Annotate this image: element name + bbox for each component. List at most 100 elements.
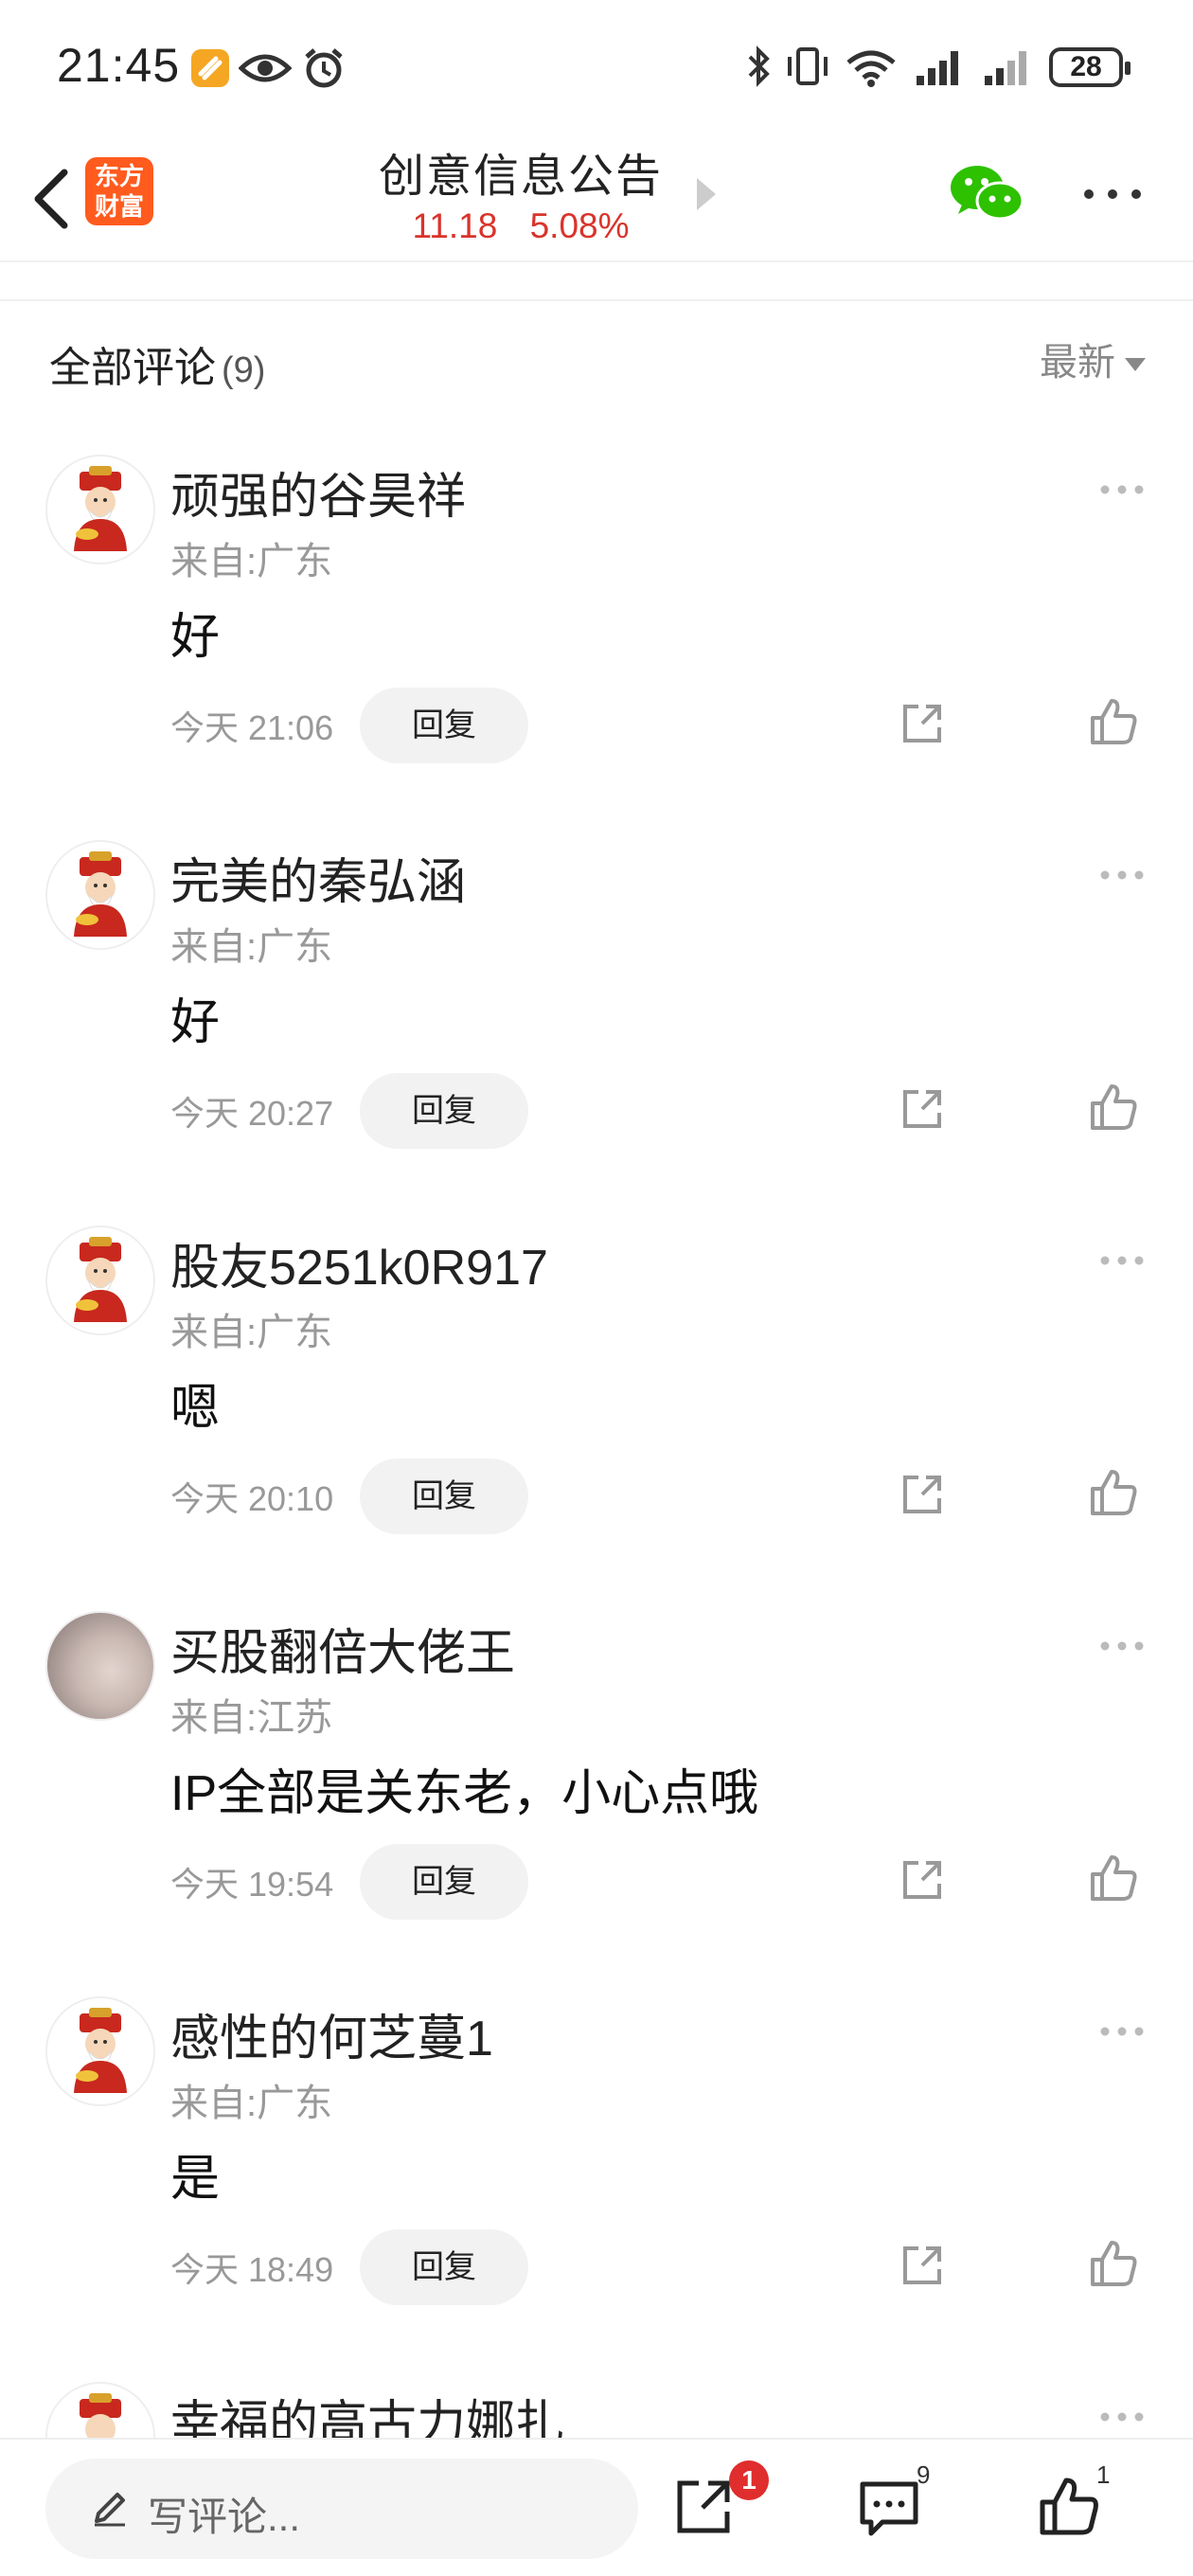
god-of-wealth-avatar-icon xyxy=(47,1998,153,2104)
comment-time: 今天 19:54 xyxy=(170,1865,334,1904)
signal-icon xyxy=(917,51,958,85)
user-location: 来自:江苏 xyxy=(170,1697,333,1739)
avatar[interactable] xyxy=(45,1225,155,1335)
share-icon[interactable] xyxy=(899,701,945,746)
comment-item: 顽强的谷昊祥 来自:广东 好 今天 21:06 回复 xyxy=(0,455,1193,840)
stock-price: 11.18 xyxy=(412,206,498,245)
user-location: 来自:广东 xyxy=(170,541,333,582)
reply-button[interactable]: 回复 xyxy=(360,1844,528,1920)
page-title: 创意信息公告 xyxy=(378,152,663,202)
avatar[interactable] xyxy=(45,840,155,950)
write-comment-input[interactable]: 写评论... xyxy=(45,2459,638,2559)
god-of-wealth-avatar-icon xyxy=(47,456,153,563)
reply-button[interactable]: 回复 xyxy=(360,2229,528,2305)
sort-label: 最新 xyxy=(1040,342,1115,384)
avatar[interactable] xyxy=(45,1611,155,1721)
share-icon[interactable] xyxy=(899,1472,945,1517)
like-count-badge: 1 xyxy=(1096,2460,1111,2489)
username[interactable]: 幸福的高古力娜扎 xyxy=(170,2384,564,2438)
share-badge: 1 xyxy=(729,2460,769,2500)
username[interactable]: 顽强的谷昊祥 xyxy=(170,456,466,528)
eye-icon xyxy=(239,54,292,82)
reply-button[interactable]: 回复 xyxy=(360,688,528,763)
username[interactable]: 完美的秦弘涵 xyxy=(170,842,466,913)
comment-more-icon[interactable] xyxy=(1098,2410,1146,2424)
username[interactable]: 股友5251k0R917 xyxy=(170,1227,548,1298)
share-icon[interactable] xyxy=(674,2478,733,2536)
more-icon[interactable] xyxy=(1079,180,1146,208)
avatar[interactable] xyxy=(45,455,155,564)
divider xyxy=(0,260,1193,262)
bottom-bar: 写评论... 1 9 1 xyxy=(0,2438,1193,2576)
comment-more-icon[interactable] xyxy=(1098,1639,1146,1653)
comment-text: 嗯 xyxy=(170,1381,221,1436)
avatar[interactable] xyxy=(45,2382,155,2438)
comment-icon[interactable] xyxy=(858,2479,920,2538)
user-location: 来自:广东 xyxy=(170,926,333,968)
status-time: 21:45 xyxy=(57,39,181,92)
sort-dropdown[interactable]: 最新 xyxy=(1040,331,1146,386)
comment-more-icon[interactable] xyxy=(1098,868,1146,882)
pen-icon xyxy=(95,2493,125,2527)
app-logo: 东方 财富 xyxy=(85,157,153,225)
signal-icon xyxy=(985,51,1026,85)
comment-item: 幸福的高古力娜扎 xyxy=(0,2382,1193,2438)
user-location: 来自:广东 xyxy=(170,2083,333,2124)
comments-header: 全部评论 (9) 最新 xyxy=(0,322,1193,398)
comment-text: 好 xyxy=(170,610,221,665)
logo-line-2: 财富 xyxy=(94,192,144,221)
like-icon[interactable] xyxy=(1038,2476,1100,2538)
comment-more-icon[interactable] xyxy=(1098,1254,1146,1267)
title-block[interactable]: 创意信息公告 11.18 5.08% xyxy=(360,138,682,246)
like-icon[interactable] xyxy=(1089,1082,1138,1132)
god-of-wealth-avatar-icon xyxy=(47,842,153,948)
bluetooth-icon xyxy=(748,45,770,87)
comment-item: 买股翻倍大佬王 来自:江苏 IP全部是关东老，小心点哦 今天 19:54 回复 xyxy=(0,1611,1193,1996)
stock-change: 5.08% xyxy=(529,206,630,245)
god-of-wealth-avatar-icon xyxy=(47,2384,153,2438)
battery-indicator: 28 xyxy=(1049,47,1131,87)
comment-text: 是 xyxy=(170,2152,221,2207)
comment-more-icon[interactable] xyxy=(1098,483,1146,496)
reply-button[interactable]: 回复 xyxy=(360,1073,528,1149)
comment-count: (9) xyxy=(222,350,266,390)
header: 东方 财富 创意信息公告 11.18 5.08% xyxy=(0,133,1193,260)
app-badge-icon xyxy=(191,49,229,87)
comment-time: 今天 18:49 xyxy=(170,2250,334,2289)
status-bar: 21:45 28 xyxy=(0,0,1193,133)
logo-line-1: 东方 xyxy=(94,162,144,190)
share-icon[interactable] xyxy=(899,1857,945,1903)
expand-arrow-icon[interactable] xyxy=(697,178,716,210)
share-icon[interactable] xyxy=(899,1086,945,1132)
alarm-icon xyxy=(305,48,343,88)
reply-button[interactable]: 回复 xyxy=(360,1458,528,1534)
like-icon[interactable] xyxy=(1089,697,1138,746)
comment-item: 完美的秦弘涵 来自:广东 好 今天 20:27 回复 xyxy=(0,840,1193,1225)
all-comments-title: 全部评论 (9) xyxy=(49,333,265,394)
comment-time: 今天 20:27 xyxy=(170,1094,334,1133)
like-icon[interactable] xyxy=(1089,1468,1138,1517)
wifi-icon xyxy=(846,50,896,87)
back-icon[interactable] xyxy=(21,161,87,237)
comment-item: 股友5251k0R917 来自:广东 嗯 今天 20:10 回复 xyxy=(0,1225,1193,1611)
avatar[interactable] xyxy=(45,1996,155,2106)
like-icon[interactable] xyxy=(1089,1853,1138,1903)
comment-text: IP全部是关东老，小心点哦 xyxy=(170,1766,759,1821)
god-of-wealth-avatar-icon xyxy=(47,1227,153,1333)
user-location: 来自:广东 xyxy=(170,1312,333,1353)
vibrate-icon xyxy=(788,47,828,85)
username[interactable]: 感性的何芝蔓1 xyxy=(170,1998,493,2069)
share-icon[interactable] xyxy=(899,2243,945,2288)
comment-more-icon[interactable] xyxy=(1098,2025,1146,2038)
section-title: 全部评论 xyxy=(49,345,216,391)
stock-quote: 11.18 5.08% xyxy=(360,206,682,246)
comment-count-badge: 9 xyxy=(917,2460,931,2489)
comment-time: 今天 21:06 xyxy=(170,708,334,747)
comment-time: 今天 20:10 xyxy=(170,1479,334,1518)
comment-placeholder: 写评论... xyxy=(148,2495,301,2539)
like-icon[interactable] xyxy=(1089,2239,1138,2288)
username[interactable]: 买股翻倍大佬王 xyxy=(170,1613,515,1684)
divider xyxy=(0,299,1193,301)
comment-text: 好 xyxy=(170,995,221,1050)
wechat-icon[interactable] xyxy=(949,161,1024,227)
